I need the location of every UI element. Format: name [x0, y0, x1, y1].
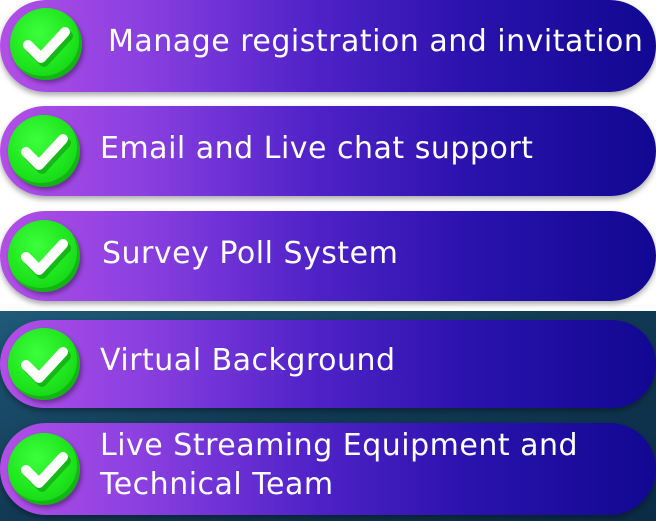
checkmark-icon — [8, 433, 80, 505]
checkmark-icon — [8, 220, 80, 292]
checkmark-icon — [8, 115, 80, 187]
feature-label-line1: Live Streaming Equipment and — [100, 428, 579, 463]
checkmark-icon — [10, 8, 82, 80]
feature-item-registration: Manage registration and invitation — [0, 0, 656, 92]
feature-label: Survey Poll System — [102, 236, 399, 271]
feature-label-line2: Technical Team — [100, 467, 334, 502]
feature-item-support: Email and Live chat support — [0, 106, 656, 196]
feature-item-survey: Survey Poll System — [0, 211, 656, 301]
feature-item-virtual-background: Virtual Background — [0, 320, 656, 408]
feature-label: Email and Live chat support — [100, 131, 534, 166]
feature-label: Manage registration and invitation — [108, 24, 644, 59]
feature-label: Virtual Background — [100, 343, 396, 378]
checkmark-icon — [8, 328, 80, 400]
feature-item-live-streaming: Live Streaming Equipment and Technical T… — [0, 423, 656, 515]
